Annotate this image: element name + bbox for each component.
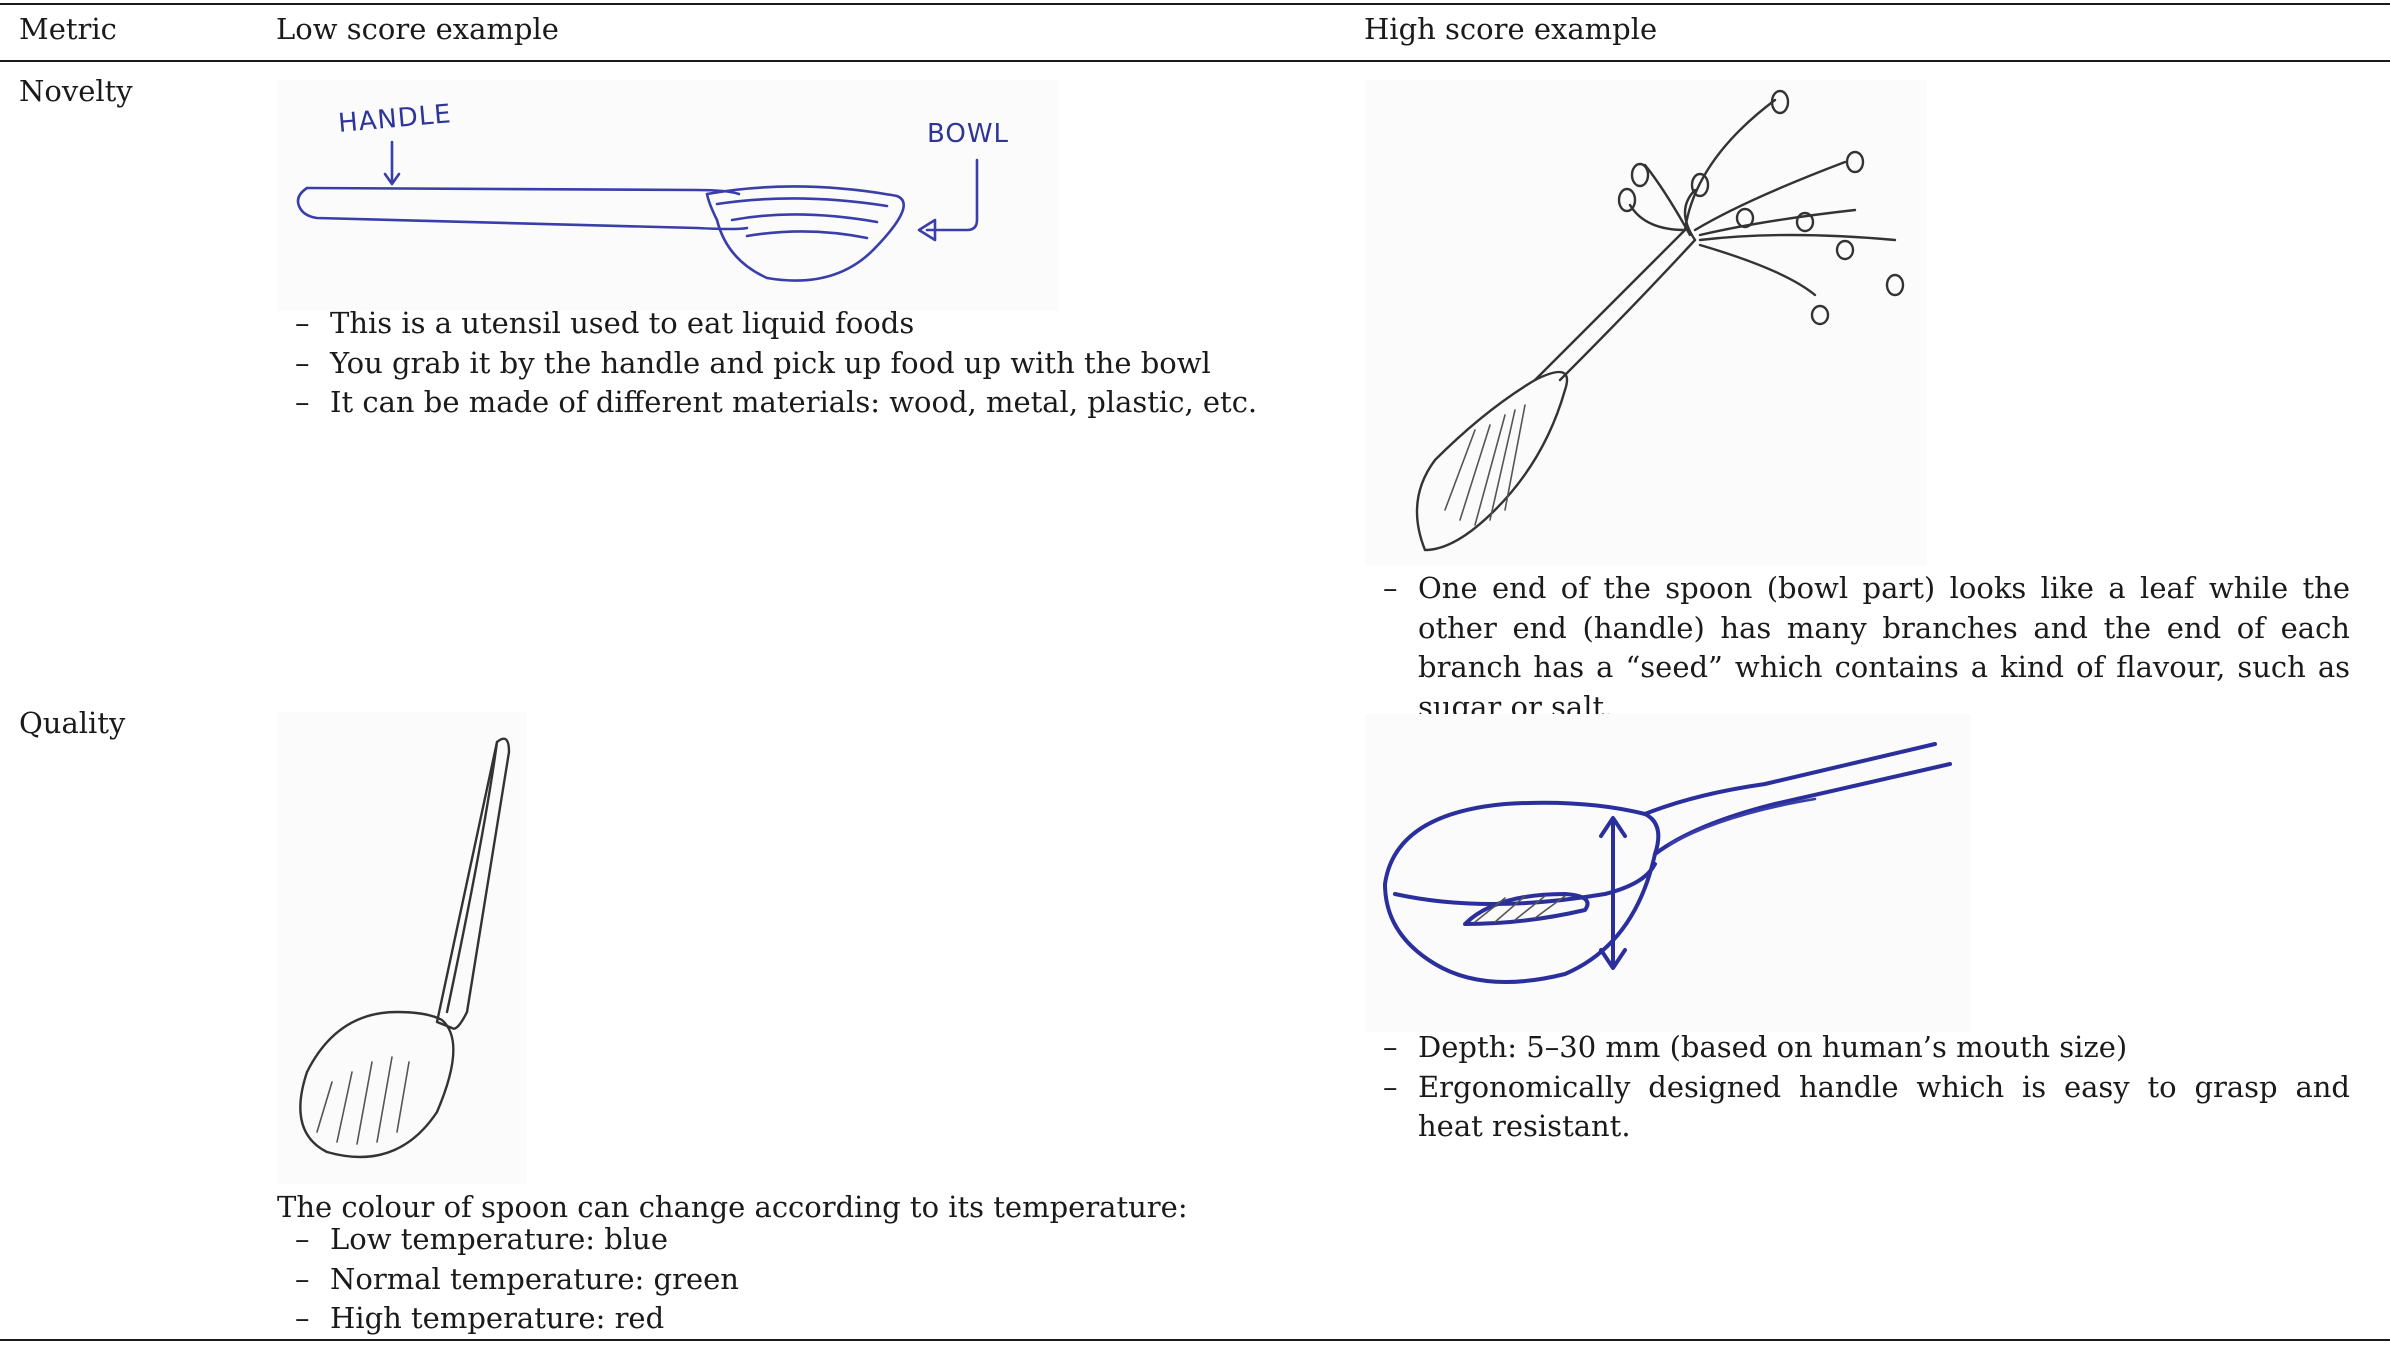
list-item: This is a utensil used to eat liquid foo…	[277, 304, 1277, 344]
plain-spoon-drawing	[299, 737, 511, 1159]
list-item: Low temperature: blue	[277, 1220, 1277, 1260]
quality-low-sketch	[277, 712, 527, 1184]
list-item: It can be made of different materials: w…	[277, 383, 1277, 423]
list-item: One end of the spoon (bowl part) looks l…	[1365, 569, 2350, 727]
novelty-low-bullets: This is a utensil used to eat liquid foo…	[277, 304, 1277, 423]
deep-spoon-drawing	[1383, 742, 1952, 984]
header-metric: Metric	[19, 12, 117, 46]
leaf-spoon-drawing	[1415, 89, 1905, 552]
quality-low-intro: The colour of spoon can change according…	[277, 1190, 1188, 1224]
sketch-label-bowl: BOWL	[927, 119, 1009, 149]
table-header-rule	[0, 60, 2390, 62]
list-item: Ergonomically designed handle which is e…	[1365, 1068, 2350, 1147]
table-bottom-rule	[0, 1339, 2390, 1341]
list-item: Normal temperature: green	[277, 1260, 1277, 1300]
list-item: High temperature: red	[277, 1299, 1277, 1339]
list-item: You grab it by the handle and pick up fo…	[277, 344, 1277, 384]
quality-high-bullets: Depth: 5–30 mm (based on human’s mouth s…	[1365, 1028, 2350, 1147]
novelty-high-sketch	[1365, 80, 1927, 565]
header-high-score: High score example	[1364, 12, 1658, 46]
table-top-rule	[0, 3, 2390, 5]
novelty-low-sketch: HANDLE BOWL	[277, 80, 1059, 311]
sketch-label-handle: HANDLE	[337, 99, 453, 139]
metric-quality: Quality	[19, 706, 126, 740]
simple-spoon-drawing: HANDLE BOWL	[296, 99, 1009, 282]
header-low-score: Low score example	[276, 12, 559, 46]
metric-novelty: Novelty	[19, 74, 133, 108]
quality-high-sketch	[1365, 714, 1971, 1032]
list-item: Depth: 5–30 mm (based on human’s mouth s…	[1365, 1028, 2350, 1068]
novelty-high-bullets: One end of the spoon (bowl part) looks l…	[1365, 569, 2350, 727]
quality-low-bullets: Low temperature: blue Normal temperature…	[277, 1220, 1277, 1339]
